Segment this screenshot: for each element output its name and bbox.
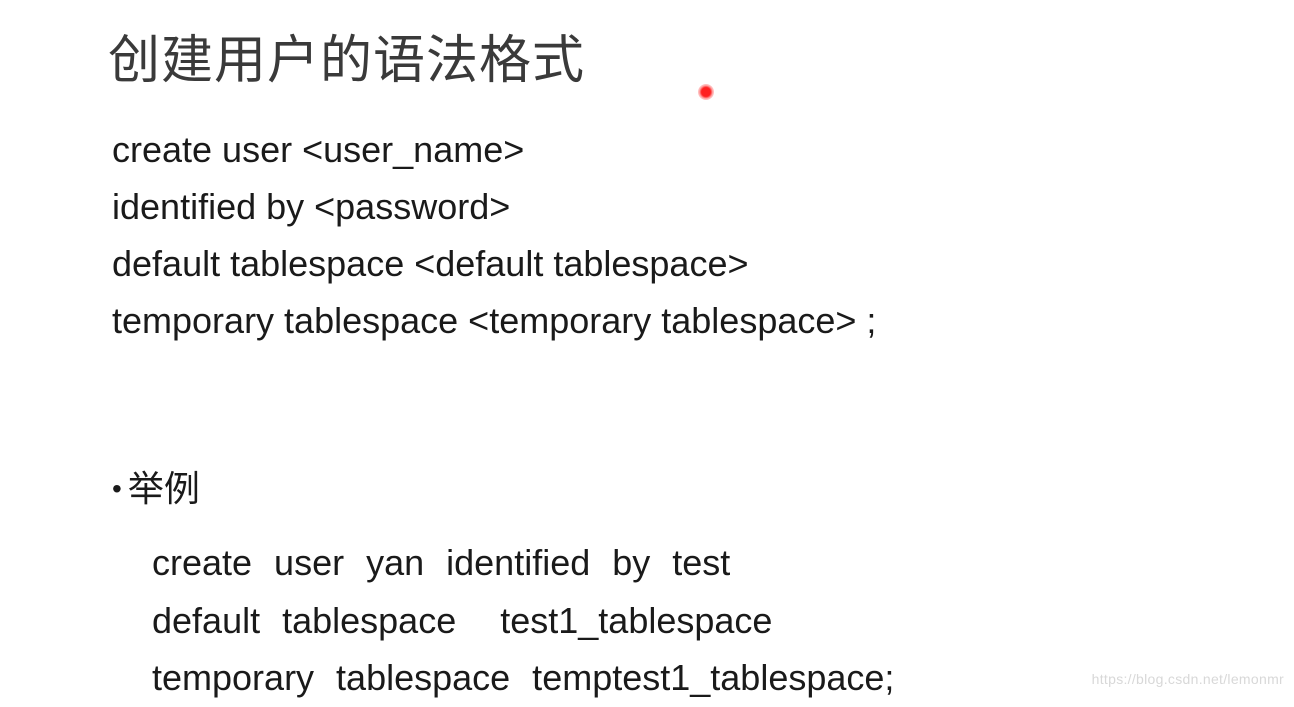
example-line-2: default tablespace test1_tablespace [152, 592, 894, 650]
example-bullet-line: •举例 [112, 460, 894, 512]
example-section: •举例 create user yan identified by test d… [112, 460, 894, 707]
syntax-line-3: default tablespace <default tablespace> [112, 236, 876, 293]
example-code-block: create user yan identified by test defau… [152, 534, 894, 707]
bullet-icon: • [112, 473, 122, 505]
watermark: https://blog.csdn.net/lemonmr [1092, 671, 1284, 687]
slide-title: 创建用户的语法格式 [108, 18, 585, 93]
example-line-3: temporary tablespace temptest1_tablespac… [152, 649, 894, 707]
laser-pointer-dot [698, 84, 714, 100]
example-line-1: create user yan identified by test [152, 534, 894, 592]
syntax-block: create user <user_name> identified by <p… [112, 122, 876, 350]
syntax-line-1: create user <user_name> [112, 122, 876, 179]
example-label: 举例 [128, 468, 200, 509]
syntax-line-4: temporary tablespace <temporary tablespa… [112, 293, 876, 350]
syntax-line-2: identified by <password> [112, 179, 876, 236]
